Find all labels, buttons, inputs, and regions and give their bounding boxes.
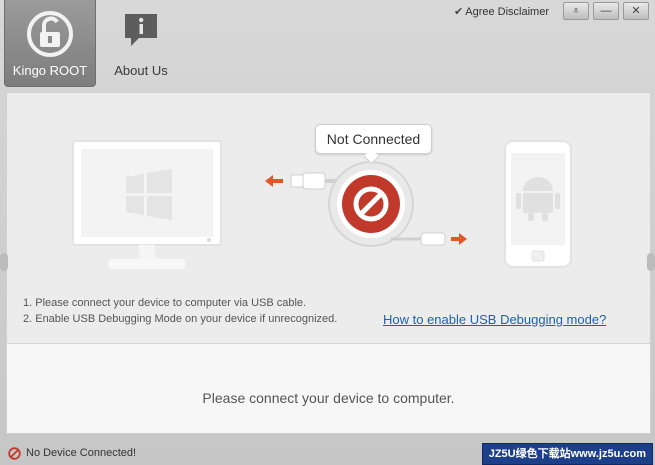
device-status-text: No Device Connected! [26,447,137,459]
check-icon: ✔ [454,5,464,18]
no-device-icon [8,447,21,460]
right-panel-handle [647,253,655,271]
connect-device-message: Please connect your device to computer. [202,390,455,406]
main-toolbar: Kingo ROOT About Us ✔ Agree Disclaimer ⩡ … [0,0,655,90]
info-icon [125,14,157,46]
kingo-root-window: Kingo ROOT About Us ✔ Agree Disclaimer ⩡ … [0,0,655,465]
android-phone-icon [504,140,572,268]
minimize-icon: — [600,4,612,17]
unlock-icon [27,11,73,57]
tab-about-us[interactable]: About Us [104,0,178,86]
tab-kingo-root-label: Kingo ROOT [12,63,88,78]
site-watermark: JZ5U绿色下载站www.jz5u.com [481,443,653,465]
tab-kingo-root[interactable]: Kingo ROOT [4,0,96,87]
main-panel: Not Connected 1. Please connect your dev… [6,92,651,434]
connection-stage: Not Connected [7,93,650,288]
agree-disclaimer-link[interactable]: ✔ Agree Disclaimer [454,5,549,18]
usb-cable-right-icon [391,232,467,246]
connection-status-bubble: Not Connected [315,124,432,154]
close-icon: ✕ [631,4,641,17]
close-button[interactable]: ✕ [623,2,649,20]
window-controls: ✔ Agree Disclaimer ⩡ — ✕ [454,2,649,20]
instruction-step-1: 1. Please connect your device to compute… [23,297,307,309]
menu-icon: ⩡ [572,4,580,17]
instruction-step-2: 2. Enable USB Debugging Mode on your dev… [23,313,338,325]
menu-button[interactable]: ⩡ [563,2,589,20]
instructions-area: 1. Please connect your device to compute… [7,288,650,344]
status-bar: No Device Connected! JZ5U绿色下载站www.jz5u.c… [0,441,655,465]
usb-debugging-help-link[interactable]: How to enable USB Debugging mode? [383,312,606,327]
computer-monitor-icon [72,140,222,269]
left-panel-handle [0,253,8,271]
tab-about-us-label: About Us [114,63,168,78]
agree-disclaimer-label: Agree Disclaimer [465,5,549,18]
minimize-button[interactable]: — [593,2,619,20]
